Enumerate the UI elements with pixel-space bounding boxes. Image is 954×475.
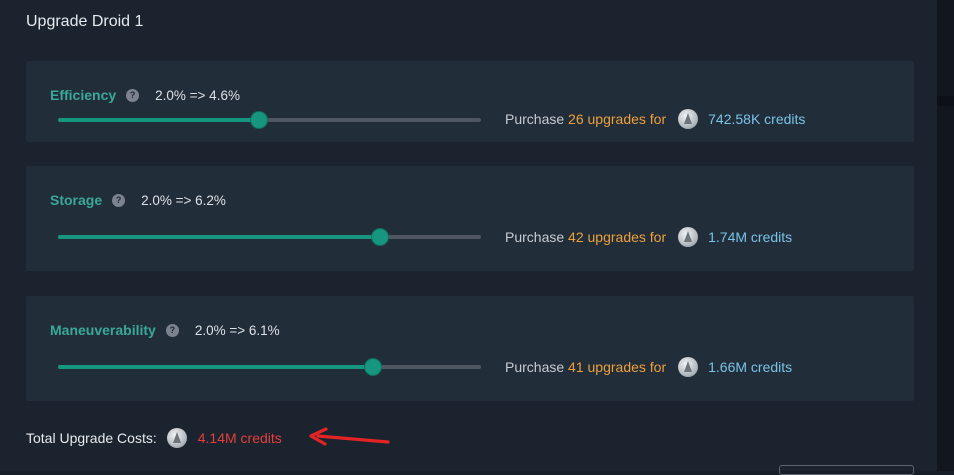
slider-thumb[interactable] — [365, 359, 382, 375]
efficiency-slider[interactable] — [58, 112, 481, 128]
background-edge — [937, 0, 954, 471]
stat-label-row: Storage ? 2.0% => 6.2% — [50, 192, 226, 208]
upgrade-count: 42 upgrades — [568, 229, 646, 245]
storage-slider[interactable] — [58, 229, 481, 245]
purchase-prefix: Purchase — [505, 229, 565, 245]
total-upgrade-costs: Total Upgrade Costs: 4.14M credits — [26, 428, 282, 448]
upgrade-panel-storage: Storage ? 2.0% => 6.2% Purchase 42 upgra… — [26, 166, 914, 271]
for-text: for — [649, 359, 667, 375]
stat-change-value: 2.0% => 6.1% — [194, 322, 280, 338]
for-text: for — [649, 229, 667, 245]
upgrade-count: 41 upgrades — [568, 359, 646, 375]
stat-change-value: 2.0% => 4.6% — [155, 87, 240, 103]
maneuverability-slider[interactable] — [58, 359, 481, 375]
upgrade-panel-efficiency: Efficiency ? 2.0% => 4.6% Purchase 26 up… — [26, 61, 914, 142]
slider-fill — [58, 118, 259, 122]
slider-fill — [58, 365, 374, 369]
purchase-summary: Purchase 42 upgrades for 1.74M credits — [505, 227, 792, 247]
purchase-summary: Purchase 41 upgrades for 1.66M credits — [505, 357, 792, 377]
credit-coin-icon — [166, 428, 187, 448]
slider-thumb[interactable] — [250, 112, 267, 128]
for-text: for — [649, 111, 667, 127]
credits-cost: 1.74M credits — [708, 229, 793, 245]
stat-change-value: 2.0% => 6.2% — [141, 192, 226, 208]
background-band — [937, 96, 954, 106]
upgrade-panel-maneuverability: Maneuverability ? 2.0% => 6.1% Purchase … — [26, 296, 914, 401]
question-circle-icon[interactable]: ? — [112, 193, 126, 207]
credits-cost: 1.66M credits — [708, 359, 793, 375]
credit-coin-icon — [678, 357, 699, 377]
app-frame: Upgrade Droid 1 Efficiency ? 2.0% => 4.6… — [0, 0, 954, 475]
purchase-prefix: Purchase — [505, 359, 565, 375]
slider-thumb[interactable] — [372, 229, 389, 245]
slider-fill — [58, 235, 381, 239]
stat-label-row: Efficiency ? 2.0% => 4.6% — [50, 87, 240, 103]
total-credits: 4.14M credits — [197, 430, 282, 446]
question-circle-icon[interactable]: ? — [165, 323, 179, 337]
credit-coin-icon — [678, 227, 699, 247]
total-label: Total Upgrade Costs: — [26, 430, 157, 446]
stat-name-maneuverability: Maneuverability — [50, 322, 156, 338]
dialog-title: Upgrade Droid 1 — [26, 13, 144, 30]
stat-label-row: Maneuverability ? 2.0% => 6.1% — [50, 322, 280, 338]
question-circle-icon[interactable]: ? — [126, 88, 140, 102]
credit-coin-icon — [678, 109, 699, 129]
partial-button[interactable] — [779, 465, 914, 475]
upgrade-dialog: Upgrade Droid 1 Efficiency ? 2.0% => 4.6… — [0, 0, 937, 475]
purchase-summary: Purchase 26 upgrades for 742.58K credits — [505, 109, 805, 129]
stat-name-efficiency: Efficiency — [50, 87, 117, 103]
stat-name-storage: Storage — [50, 192, 103, 208]
purchase-prefix: Purchase — [505, 111, 565, 127]
upgrade-count: 26 upgrades — [568, 111, 646, 127]
credits-cost: 742.58K credits — [708, 111, 806, 127]
red-arrow-icon — [309, 427, 390, 446]
